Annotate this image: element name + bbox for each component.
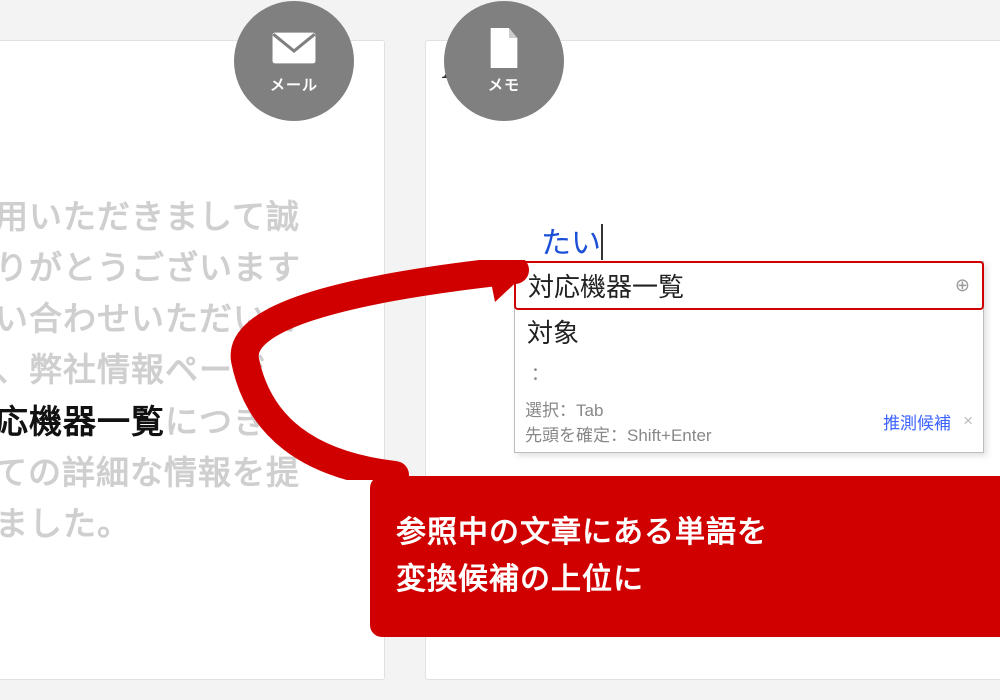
ime-composing-text[interactable]: たい <box>541 217 603 262</box>
mail-panel: メール 利用いただきまして誠 ありがとうございます 問い合わせいただいて た、弊… <box>0 40 385 680</box>
ime-composing-value: たい <box>541 227 601 260</box>
ime-key-hint: 選択：Tab <box>525 396 712 421</box>
memo-badge-label: メモ <box>488 74 520 95</box>
mail-line: ありがとうございます <box>0 249 301 286</box>
close-icon[interactable]: × <box>963 411 973 431</box>
memo-badge: メモ <box>444 1 564 121</box>
ime-footer: 選択：Tab 先頭を確定：Shift+Enter 推測候補 × <box>515 392 983 452</box>
mail-line: 利用いただきまして誠 <box>0 198 300 235</box>
callout-line: 参照中の文章にある単語を <box>396 516 768 549</box>
ime-candidate-text: 対応機器一覧 <box>528 267 684 304</box>
stage: メール 利用いただきまして誠 ありがとうございます 問い合わせいただいて た、弊… <box>0 0 1000 700</box>
ime-more-indicator: ： <box>515 354 983 392</box>
mail-highlight: 対応機器一覧 <box>0 403 165 440</box>
ime-candidate-selected[interactable]: 対応機器一覧 ⊕ <box>514 261 984 310</box>
mail-line: につき <box>165 403 267 440</box>
mail-badge-label: メール <box>270 74 318 95</box>
crosshair-icon: ⊕ <box>955 275 970 296</box>
text-cursor <box>601 224 603 260</box>
ime-candidate-text: 対象 <box>527 318 579 348</box>
mail-line: しました。 <box>0 505 131 542</box>
mail-badge: メール <box>234 1 354 121</box>
document-icon <box>481 28 527 68</box>
mail-icon <box>271 28 317 68</box>
mail-body-text: 利用いただきまして誠 ありがとうございます 問い合わせいただいて た、弊社情報ペ… <box>0 191 364 549</box>
mail-line: しての詳細な情報を提 <box>0 454 300 491</box>
ime-predict-link[interactable]: 推測候補 <box>883 409 951 434</box>
annotation-callout: 参照中の文章にある単語を 変換候補の上位に <box>370 476 1000 637</box>
ime-candidate-box[interactable]: 対応機器一覧 ⊕ 対象 ： 選択：Tab 先頭を確定：Shift+Enter 推… <box>514 261 984 453</box>
callout-line: 変換候補の上位に <box>396 563 644 596</box>
ime-key-hint: 先頭を確定：Shift+Enter <box>525 421 712 446</box>
mail-line: た、弊社情報ページ <box>0 351 266 388</box>
mail-line: 問い合わせいただいて <box>0 300 300 337</box>
ime-candidate[interactable]: 対象 <box>515 309 983 354</box>
ime-key-hints: 選択：Tab 先頭を確定：Shift+Enter <box>525 396 712 446</box>
